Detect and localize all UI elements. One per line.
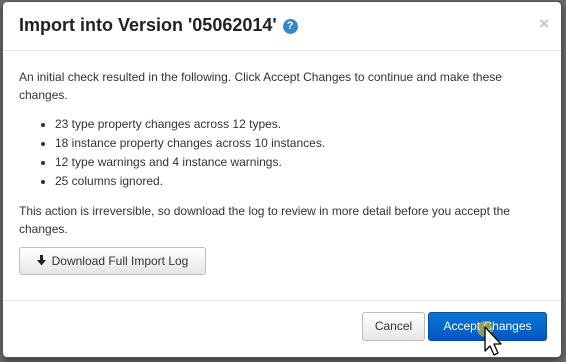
list-item: 12 type warnings and 4 instance warnings… <box>55 153 551 172</box>
cancel-button[interactable]: Cancel <box>362 312 425 341</box>
list-item: 18 instance property changes across 10 i… <box>55 134 551 153</box>
close-icon[interactable]: × <box>539 15 549 32</box>
intro-text: An initial check resulted in the followi… <box>19 70 502 102</box>
dialog-body: An initial check resulted in the followi… <box>19 68 551 238</box>
list-item: 23 type property changes across 12 types… <box>55 115 551 134</box>
dialog-title: Import into Version '05062014'? <box>19 15 298 36</box>
download-log-label: Download Full Import Log <box>51 254 189 268</box>
list-item: 25 columns ignored. <box>55 172 551 191</box>
dialog-title-text: Import into Version '05062014' <box>19 15 277 35</box>
accept-changes-button[interactable]: Accept Changes <box>428 312 547 341</box>
dialog-header: Import into Version '05062014'? × <box>3 2 561 51</box>
change-summary-list: 23 type property changes across 12 types… <box>19 115 551 191</box>
download-log-button[interactable]: Download Full Import Log <box>19 247 206 275</box>
download-arrow-icon <box>36 255 46 266</box>
import-dialog: Import into Version '05062014'? × An ini… <box>2 1 562 358</box>
warning-text: This action is irreversible, so download… <box>19 204 510 236</box>
help-icon[interactable]: ? <box>282 19 298 34</box>
